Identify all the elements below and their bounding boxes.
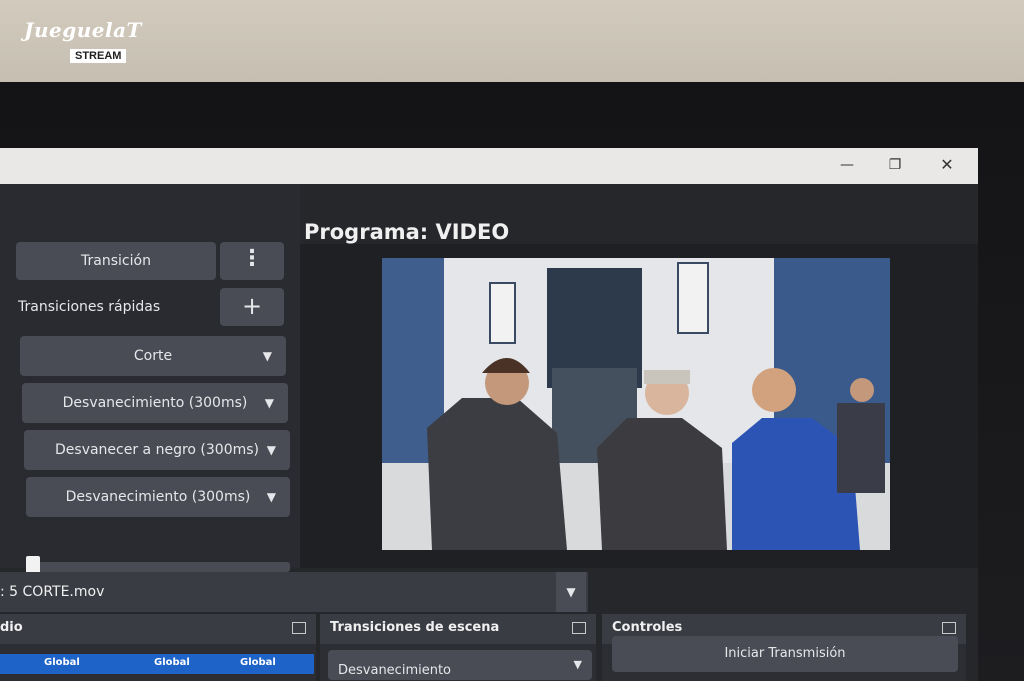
chevron-down-icon: ▼	[266, 443, 276, 457]
float-dock-icon[interactable]	[292, 622, 306, 634]
minimize-icon[interactable]: —	[832, 154, 862, 176]
media-source-bar[interactable]: : 5 CORTE.mov	[0, 572, 588, 612]
video-frame	[382, 258, 890, 550]
dock-header: dio	[0, 614, 316, 644]
obs-window: — ❐ ✕ Transición ⋮ Transiciones rápidas …	[0, 148, 978, 681]
chevron-down-icon: ▼	[262, 349, 272, 363]
restore-icon[interactable]: ❐	[880, 154, 910, 176]
window-titlebar: — ❐ ✕	[0, 148, 978, 184]
chevron-down-icon: ▼	[264, 396, 274, 410]
quick-transitions-label: Transiciones rápidas	[18, 299, 161, 315]
audio-mixer-dock: dio Global Global Global	[0, 614, 316, 681]
scene-transition-value: Desvanecimiento	[338, 663, 452, 678]
program-video	[382, 258, 890, 550]
transition-button[interactable]: Transición	[16, 242, 216, 280]
watermark-script: JueguelaT	[24, 18, 142, 42]
scene-transitions-dock: Transiciones de escena Desvanecimiento ▼	[320, 614, 596, 681]
quick-transition-fade-1[interactable]: Desvanecimiento (300ms) ▼	[22, 383, 288, 423]
float-dock-icon[interactable]	[942, 622, 956, 634]
transitions-panel: Transición ⋮ Transiciones rápidas + Cort…	[0, 184, 300, 584]
quick-transition-label: Desvanecer a negro (300ms)	[55, 442, 259, 458]
float-dock-icon[interactable]	[572, 622, 586, 634]
program-title: Programa: VIDEO	[304, 220, 510, 244]
media-file-label: : 5 CORTE.mov	[0, 584, 105, 600]
scene-transition-select[interactable]: Desvanecimiento ▼	[328, 650, 592, 680]
chevron-down-icon[interactable]: ▼	[556, 572, 586, 612]
more-options-icon[interactable]: ⋮	[220, 242, 284, 280]
mixer-column: Global	[240, 657, 276, 668]
program-preview	[300, 244, 978, 568]
watermark-badge: STREAM	[70, 49, 127, 63]
quick-transition-label: Corte	[133, 348, 173, 364]
chevron-down-icon: ▼	[266, 490, 276, 504]
quick-transition-fade-to-black[interactable]: Desvanecer a negro (300ms) ▼	[24, 430, 290, 470]
dock-title: dio	[0, 620, 23, 635]
quick-transition-label: Desvanecimiento (300ms)	[65, 489, 251, 505]
chevron-down-icon: ▼	[573, 658, 582, 671]
dock-title: Controles	[612, 620, 683, 635]
controls-dock: Controles Iniciar Transmisión	[602, 614, 966, 681]
mixer-column: Global	[44, 657, 80, 668]
quick-transition-label: Desvanecimiento (300ms)	[62, 395, 248, 411]
start-streaming-button[interactable]: Iniciar Transmisión	[612, 636, 958, 672]
quick-transition-cut[interactable]: Corte ▼	[20, 336, 286, 376]
dock-header: Transiciones de escena	[320, 614, 596, 644]
dock-title: Transiciones de escena	[330, 620, 500, 635]
mixer-column: Global	[154, 657, 190, 668]
t-bar-track[interactable]	[28, 562, 290, 572]
quick-transition-fade-2[interactable]: Desvanecimiento (300ms) ▼	[26, 477, 290, 517]
watermark-logo: JueguelaT STREAM	[24, 18, 141, 74]
background-wall	[0, 0, 1024, 82]
add-quick-transition-button[interactable]: +	[220, 288, 284, 326]
close-icon[interactable]: ✕	[932, 154, 962, 176]
mixer-header-row: Global Global Global	[0, 654, 314, 674]
